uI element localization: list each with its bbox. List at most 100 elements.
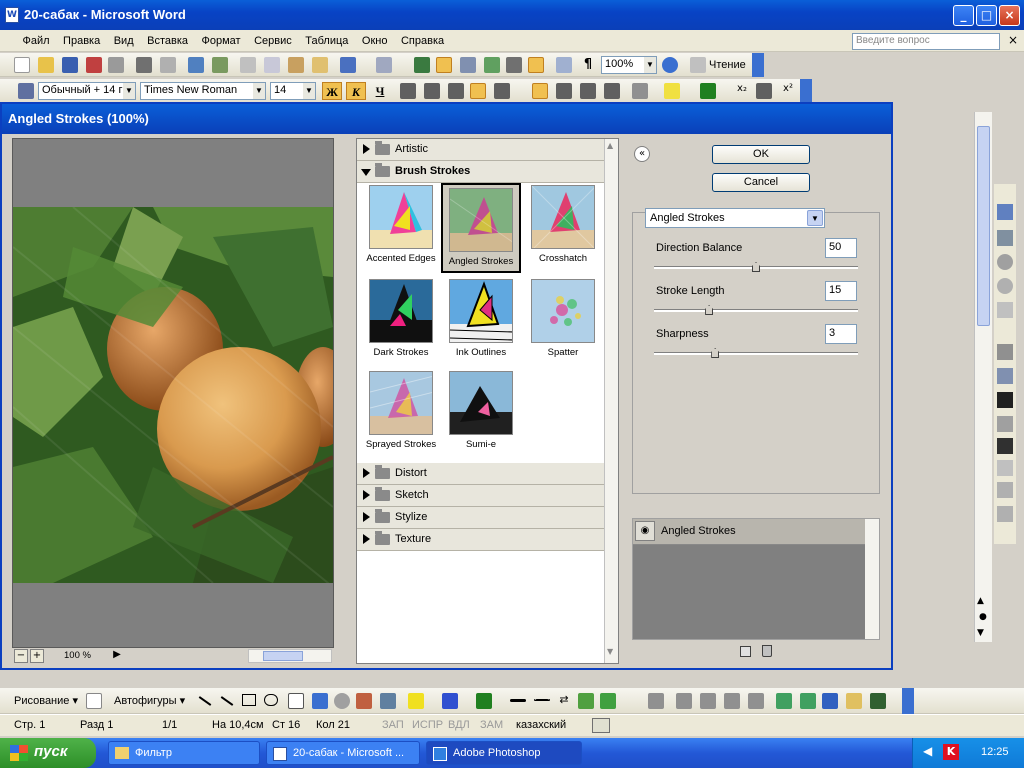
category-brush-strokes[interactable]: Brush Strokes bbox=[357, 161, 605, 183]
spelling-icon[interactable] bbox=[188, 57, 204, 73]
direction-balance-input[interactable]: 50 bbox=[825, 238, 857, 258]
highlight-icon[interactable] bbox=[664, 83, 680, 99]
italic-button[interactable]: К bbox=[346, 82, 366, 100]
filter-select-dropdown[interactable]: Angled Strokes ▼ bbox=[645, 208, 825, 228]
zoom-level[interactable]: 100 % bbox=[64, 650, 91, 661]
zoom-in-button[interactable]: + bbox=[30, 649, 44, 663]
research-icon[interactable] bbox=[212, 57, 228, 73]
filter-sprayed-strokes[interactable]: Sprayed Strokes bbox=[361, 371, 441, 461]
align-left-icon[interactable] bbox=[400, 83, 416, 99]
scroll-up-icon[interactable]: ▲ bbox=[607, 141, 613, 150]
clipart-icon[interactable] bbox=[356, 693, 372, 709]
font-color-draw-icon[interactable] bbox=[476, 693, 492, 709]
copy-icon[interactable] bbox=[264, 57, 280, 73]
tool-f-icon[interactable] bbox=[776, 693, 792, 709]
compress-icon[interactable] bbox=[997, 416, 1013, 432]
list-icon[interactable] bbox=[756, 83, 772, 99]
prev-page-icon[interactable]: ▲ bbox=[977, 596, 984, 606]
select-objects-icon[interactable] bbox=[86, 693, 102, 709]
eye-visibility-icon[interactable]: ◉ bbox=[635, 521, 655, 541]
filter-crosshatch[interactable]: Crosshatch bbox=[523, 185, 603, 275]
reading-label[interactable]: Чтение bbox=[709, 59, 746, 71]
zoom-out-button[interactable]: − bbox=[14, 649, 28, 663]
filter-spatter[interactable]: Spatter bbox=[523, 279, 603, 369]
zoom-menu-icon[interactable]: ▶ bbox=[110, 649, 124, 663]
menu-window[interactable]: Окно bbox=[357, 30, 393, 47]
filter-accented-edges[interactable]: Accented Edges bbox=[361, 185, 441, 275]
cut-icon[interactable] bbox=[240, 57, 256, 73]
email-icon[interactable] bbox=[108, 57, 124, 73]
contrast-icon[interactable] bbox=[997, 254, 1013, 270]
menu-close-icon[interactable]: × bbox=[1008, 33, 1018, 47]
tool-h-icon[interactable] bbox=[822, 693, 838, 709]
brightness-icon[interactable] bbox=[997, 278, 1013, 294]
status-record[interactable]: ЗАП bbox=[382, 719, 404, 731]
styles-icon[interactable] bbox=[18, 83, 34, 99]
tool-c-icon[interactable] bbox=[700, 693, 716, 709]
font-size-select[interactable]: 14 ▼ bbox=[270, 82, 316, 100]
select-browse-object-icon[interactable]: ● bbox=[979, 612, 987, 622]
format-painter-icon[interactable] bbox=[312, 57, 328, 73]
print-preview-icon[interactable] bbox=[160, 57, 176, 73]
tray-arrow-icon[interactable]: ◀ bbox=[923, 744, 932, 758]
next-page-icon[interactable]: ▼ bbox=[977, 628, 984, 638]
menu-tools[interactable]: Сервис bbox=[249, 30, 297, 47]
menu-file[interactable]: Файл bbox=[18, 30, 55, 47]
filter-angled-strokes[interactable]: Angled Strokes bbox=[441, 183, 521, 273]
category-texture[interactable]: Texture bbox=[357, 529, 605, 551]
category-stylize[interactable]: Stylize bbox=[357, 507, 605, 529]
underline-button[interactable]: Ч bbox=[370, 82, 390, 100]
reading-icon[interactable] bbox=[690, 57, 706, 73]
new-document-icon[interactable] bbox=[14, 57, 30, 73]
subscript-icon[interactable]: x₂ bbox=[734, 83, 750, 99]
3d-icon[interactable] bbox=[600, 693, 616, 709]
maximize-button[interactable]: □ bbox=[976, 5, 997, 26]
word-app-icon[interactable]: W bbox=[5, 7, 19, 23]
filter-browser-scrollbar[interactable]: ▲ ▼ bbox=[604, 139, 618, 663]
cancel-button[interactable]: Cancel bbox=[712, 173, 810, 192]
bullets-icon[interactable] bbox=[556, 83, 572, 99]
spelling-status-icon[interactable] bbox=[592, 718, 610, 733]
document-map-icon[interactable] bbox=[556, 57, 572, 73]
wordart-icon[interactable] bbox=[312, 693, 328, 709]
filter-ink-outlines[interactable]: Ink Outlines bbox=[441, 279, 521, 369]
shadow-icon[interactable] bbox=[578, 693, 594, 709]
insert-table-icon[interactable] bbox=[460, 57, 476, 73]
insert-picture-icon[interactable] bbox=[997, 204, 1013, 220]
scroll-down-icon[interactable]: ▼ bbox=[607, 647, 613, 656]
diagram-icon[interactable] bbox=[334, 693, 350, 709]
document-vertical-scrollbar[interactable]: ▲ ● ▼ bbox=[974, 112, 992, 642]
scrollbar-thumb[interactable] bbox=[977, 126, 990, 326]
toolbar-options-icon[interactable] bbox=[752, 53, 764, 77]
drawing-menu[interactable]: Рисование ▾ bbox=[14, 694, 78, 707]
category-distort[interactable]: Distort bbox=[357, 463, 605, 485]
tool-d-icon[interactable] bbox=[724, 693, 740, 709]
line-style-icon[interactable] bbox=[997, 392, 1013, 408]
task-filter-folder[interactable]: Фильтр bbox=[108, 741, 260, 765]
brightness-down-icon[interactable] bbox=[997, 302, 1013, 318]
menu-table[interactable]: Таблица bbox=[300, 30, 353, 47]
permission-icon[interactable] bbox=[86, 57, 102, 73]
hyperlink-icon[interactable] bbox=[414, 57, 430, 73]
tool-j-icon[interactable] bbox=[870, 693, 886, 709]
line-color-icon[interactable] bbox=[442, 693, 458, 709]
justify-icon[interactable] bbox=[470, 83, 486, 99]
sharpness-slider[interactable] bbox=[654, 348, 858, 358]
stroke-length-input[interactable]: 15 bbox=[825, 281, 857, 301]
align-center-icon[interactable] bbox=[424, 83, 440, 99]
open-folder-icon[interactable] bbox=[38, 57, 54, 73]
stroke-length-slider[interactable] bbox=[654, 305, 858, 315]
reset-picture-icon[interactable] bbox=[997, 506, 1013, 522]
drawing-icon[interactable] bbox=[528, 57, 544, 73]
tool-a-icon[interactable] bbox=[648, 693, 664, 709]
toolbar-options-icon[interactable] bbox=[902, 688, 914, 714]
sharpness-input[interactable]: 3 bbox=[825, 324, 857, 344]
arrow-style-icon[interactable]: ⇄ bbox=[556, 693, 572, 709]
effect-layer-row[interactable]: ◉ Angled Strokes bbox=[633, 519, 865, 545]
save-icon[interactable] bbox=[62, 57, 78, 73]
tool-b-icon[interactable] bbox=[676, 693, 692, 709]
help-icon[interactable] bbox=[662, 57, 678, 73]
align-right-icon[interactable] bbox=[448, 83, 464, 99]
preview-pane[interactable] bbox=[12, 138, 334, 648]
style-select[interactable]: Обычный + 14 г ▼ bbox=[38, 82, 136, 100]
